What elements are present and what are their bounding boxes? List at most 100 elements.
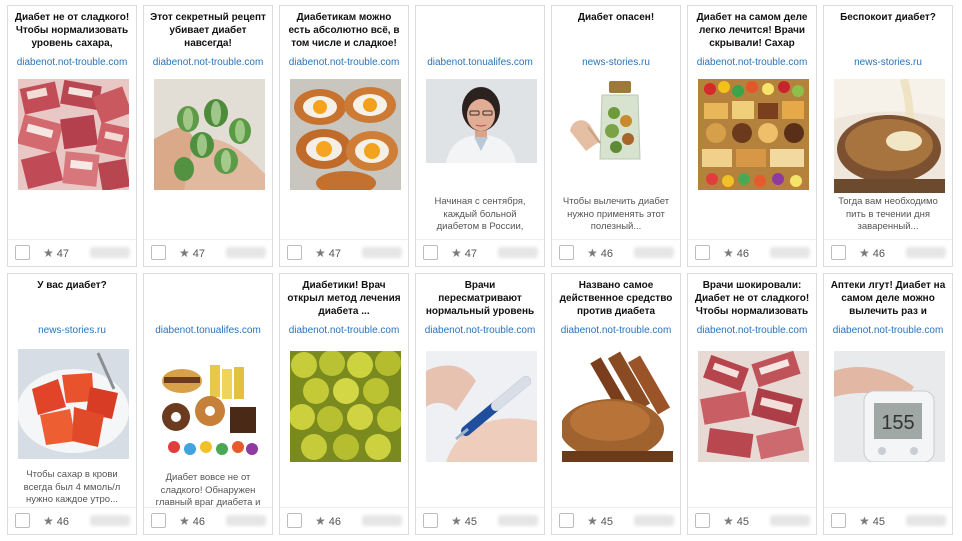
rating: ★ 46 (315, 514, 341, 528)
ad-domain[interactable]: news-stories.ru (828, 57, 948, 68)
ad-footer: ★ 46 (8, 507, 136, 534)
ad-description (832, 464, 944, 504)
blurred-info (906, 247, 946, 258)
ad-card[interactable]: Диабет не от сладкого! Чтобы нормализова… (7, 5, 137, 267)
select-checkbox[interactable] (423, 245, 438, 260)
select-checkbox[interactable] (151, 245, 166, 260)
rating-value: 47 (192, 248, 206, 260)
ad-card[interactable]: Этот секретный рецепт убивает диабет нав… (143, 5, 273, 267)
ad-domain[interactable]: diabenot.not-trouble.com (828, 325, 948, 336)
ad-card[interactable]: Беспокоит диабет? news-stories.ru Тогда … (823, 5, 953, 267)
ad-card[interactable]: Диабет на самом деле легко лечится! Врач… (687, 5, 817, 267)
ad-title[interactable]: Диабет на самом деле легко лечится! Врач… (694, 11, 810, 51)
ad-card[interactable]: Врачи пересматривают нормальный уровень … (415, 273, 545, 535)
ad-card[interactable]: Аптеки лгут! Диабет на самом деле можно … (823, 273, 953, 535)
powder-cup-image[interactable] (834, 79, 945, 193)
jelly-image[interactable] (18, 349, 129, 459)
select-checkbox[interactable] (287, 245, 302, 260)
star-icon: ★ (315, 514, 326, 528)
rating-value: 47 (56, 248, 70, 260)
ad-footer: ★ 47 (144, 239, 272, 266)
ad-domain[interactable]: diabenot.not-trouble.com (692, 325, 812, 336)
ad-title[interactable]: У вас диабет? (14, 279, 130, 319)
ad-card[interactable]: diabenot.tonualifes.com Начиная с сентяб… (415, 5, 545, 267)
ad-domain[interactable]: diabenot.tonualifes.com (420, 57, 540, 68)
herbal-jar-image[interactable] (566, 79, 656, 163)
cucamelon-image[interactable] (154, 79, 265, 190)
select-checkbox[interactable] (559, 513, 574, 528)
rating-value: 45 (464, 516, 478, 528)
ad-footer: ★ 47 (8, 239, 136, 266)
ad-card[interactable]: Диабетики! Врач открыл метод лечения диа… (279, 273, 409, 535)
junk-food-image[interactable] (154, 351, 265, 462)
ad-title[interactable]: Врачи шокировали: Диабет не от сладкого!… (694, 279, 810, 319)
blurred-info (226, 247, 266, 258)
ad-domain[interactable]: news-stories.ru (556, 57, 676, 68)
rating: ★ 47 (43, 246, 69, 260)
insulin-pen-image[interactable] (426, 351, 537, 462)
rating: ★ 45 (451, 514, 477, 528)
sweets-image[interactable] (698, 79, 809, 190)
ad-domain[interactable]: diabenot.not-trouble.com (284, 57, 404, 68)
select-checkbox[interactable] (15, 513, 30, 528)
ad-card[interactable]: Врачи шокировали: Диабет не от сладкого!… (687, 273, 817, 535)
ad-footer: ★ 45 (824, 507, 952, 534)
select-checkbox[interactable] (15, 245, 30, 260)
ad-description (16, 196, 128, 236)
star-icon: ★ (723, 514, 734, 528)
ad-domain[interactable]: diabenot.not-trouble.com (284, 325, 404, 336)
ad-title[interactable]: Диабетикам можно есть абсолютно всё, в т… (286, 11, 402, 51)
ad-title[interactable]: Диабетики! Врач открыл метод лечения диа… (286, 279, 402, 319)
ad-domain[interactable]: diabenot.not-trouble.com (420, 325, 540, 336)
gooseberry-image[interactable] (290, 351, 401, 462)
ad-description (424, 464, 536, 504)
ad-description (696, 196, 808, 236)
ad-card[interactable]: diabenot.tonualifes.com Диабет вовсе не … (143, 273, 273, 535)
blurred-info (634, 515, 674, 526)
ad-description: Диабет вовсе не от сладкого! Обнаружен г… (155, 472, 261, 512)
egg-boats-image[interactable] (290, 79, 401, 190)
ad-title[interactable]: Беспокоит диабет? (830, 11, 946, 51)
blurred-info (362, 515, 402, 526)
ad-domain[interactable]: diabenot.not-trouble.com (148, 57, 268, 68)
star-icon: ★ (179, 514, 190, 528)
select-checkbox[interactable] (831, 513, 846, 528)
cinnamon-image[interactable] (562, 351, 673, 462)
select-checkbox[interactable] (151, 513, 166, 528)
ad-card[interactable]: Названо самое действенное средство проти… (551, 273, 681, 535)
ad-title[interactable]: Названо самое действенное средство проти… (558, 279, 674, 319)
select-checkbox[interactable] (287, 513, 302, 528)
ad-card[interactable]: У вас диабет? news-stories.ru Чтобы саха… (7, 273, 137, 535)
bacon-plate-image[interactable] (698, 351, 809, 462)
ad-domain[interactable]: diabenot.not-trouble.com (12, 57, 132, 68)
ad-footer: ★ 45 (416, 507, 544, 534)
ad-title[interactable] (422, 11, 538, 51)
ad-card[interactable]: Диабет опасен! news-stories.ru Чтобы выл… (551, 5, 681, 267)
star-icon: ★ (859, 514, 870, 528)
ad-card[interactable]: Диабетикам можно есть абсолютно всё, в т… (279, 5, 409, 267)
rating: ★ 45 (859, 514, 885, 528)
select-checkbox[interactable] (831, 245, 846, 260)
ad-title[interactable] (150, 279, 266, 319)
blurred-info (90, 247, 130, 258)
select-checkbox[interactable] (559, 245, 574, 260)
rating-value: 46 (600, 248, 614, 260)
ad-domain[interactable]: diabenot.not-trouble.com (556, 325, 676, 336)
ad-title[interactable]: Аптеки лгут! Диабет на самом деле можно … (830, 279, 946, 319)
ad-title[interactable]: Врачи пересматривают нормальный уровень (422, 279, 538, 319)
ad-title[interactable]: Диабет не от сладкого! Чтобы нормализова… (14, 11, 130, 51)
ad-domain r2[interactable]: diabenot.tonualifes.com (148, 325, 268, 336)
rating: ★ 46 (179, 514, 205, 528)
ad-domain[interactable]: news-stories.ru (12, 325, 132, 336)
select-checkbox[interactable] (423, 513, 438, 528)
rating-value: 45 (600, 516, 614, 528)
bacon-image[interactable] (18, 79, 129, 190)
glucometer-image[interactable]: 155 (834, 351, 945, 462)
select-checkbox[interactable] (695, 513, 710, 528)
ad-description (696, 464, 808, 504)
ad-domain[interactable]: diabenot.not-trouble.com (692, 57, 812, 68)
ad-title[interactable]: Диабет опасен! (558, 11, 674, 51)
select-checkbox[interactable] (695, 245, 710, 260)
doctor-image[interactable] (426, 79, 537, 163)
ad-title[interactable]: Этот секретный рецепт убивает диабет нав… (150, 11, 266, 51)
